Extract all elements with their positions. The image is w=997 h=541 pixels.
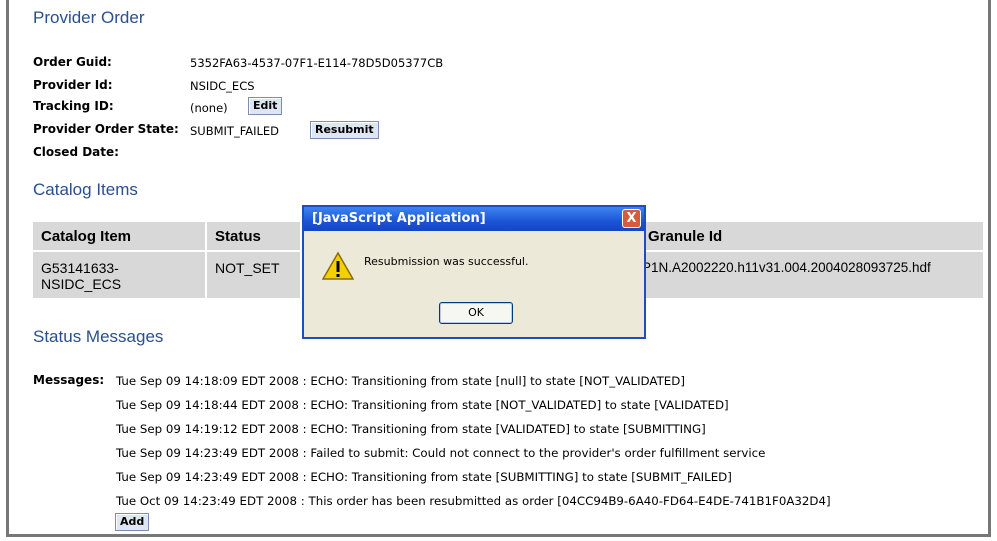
granule-id-cell: P1N.A2002220.h11v31.004.2004028093725.hd… <box>641 250 985 298</box>
provider-order-heading: Provider Order <box>33 8 145 27</box>
javascript-alert-dialog: [JavaScript Application] X Resubmission … <box>302 205 646 339</box>
status-message: Tue Sep 09 14:23:49 EDT 2008 : ECHO: Tra… <box>116 470 732 484</box>
add-button[interactable]: Add <box>115 513 150 531</box>
tracking-id-value: (none) <box>190 101 228 115</box>
messages-label: Messages: <box>33 373 105 387</box>
provider-id-value: NSIDC_ECS <box>190 79 255 93</box>
status-message: Tue Sep 09 14:18:09 EDT 2008 : ECHO: Tra… <box>116 374 685 388</box>
status-cell: NOT_SET <box>206 250 302 298</box>
provider-order-state-label: Provider Order State: <box>33 122 179 136</box>
catalog-item-line2: NSIDC_ECS <box>41 276 122 292</box>
catalog-item-line1: G53141633- <box>41 260 119 276</box>
status-message: Tue Oct 09 14:23:49 EDT 2008 : This orde… <box>116 494 831 508</box>
warning-icon <box>322 251 354 280</box>
order-guid-label: Order Guid: <box>33 55 112 69</box>
order-guid-value: 5352FA63-4537-07F1-E114-78D5D05377CB <box>190 56 444 70</box>
dialog-title: [JavaScript Application] <box>304 207 644 231</box>
dialog-message: Resubmission was successful. <box>364 255 529 268</box>
status-message: Tue Sep 09 14:19:12 EDT 2008 : ECHO: Tra… <box>116 422 706 436</box>
edit-button[interactable]: Edit <box>248 97 283 115</box>
tracking-id-label: Tracking ID: <box>33 99 114 113</box>
close-icon[interactable]: X <box>622 209 641 228</box>
provider-id-label: Provider Id: <box>33 78 113 92</box>
catalog-item-cell: G53141633- NSIDC_ECS <box>33 250 207 298</box>
col-status: Status <box>206 222 302 251</box>
provider-order-state-value: SUBMIT_FAILED <box>190 124 280 138</box>
catalog-items-heading: Catalog Items <box>33 180 138 199</box>
col-granule-id: Granule Id <box>641 222 985 251</box>
status-messages-heading: Status Messages <box>33 327 164 346</box>
closed-date-label: Closed Date: <box>33 145 119 159</box>
status-message: Tue Sep 09 14:23:49 EDT 2008 : Failed to… <box>116 446 766 460</box>
ok-button[interactable]: OK <box>439 302 513 324</box>
col-catalog-item: Catalog Item <box>33 222 207 251</box>
resubmit-button[interactable]: Resubmit <box>310 121 379 139</box>
status-message: Tue Sep 09 14:18:44 EDT 2008 : ECHO: Tra… <box>116 398 729 412</box>
